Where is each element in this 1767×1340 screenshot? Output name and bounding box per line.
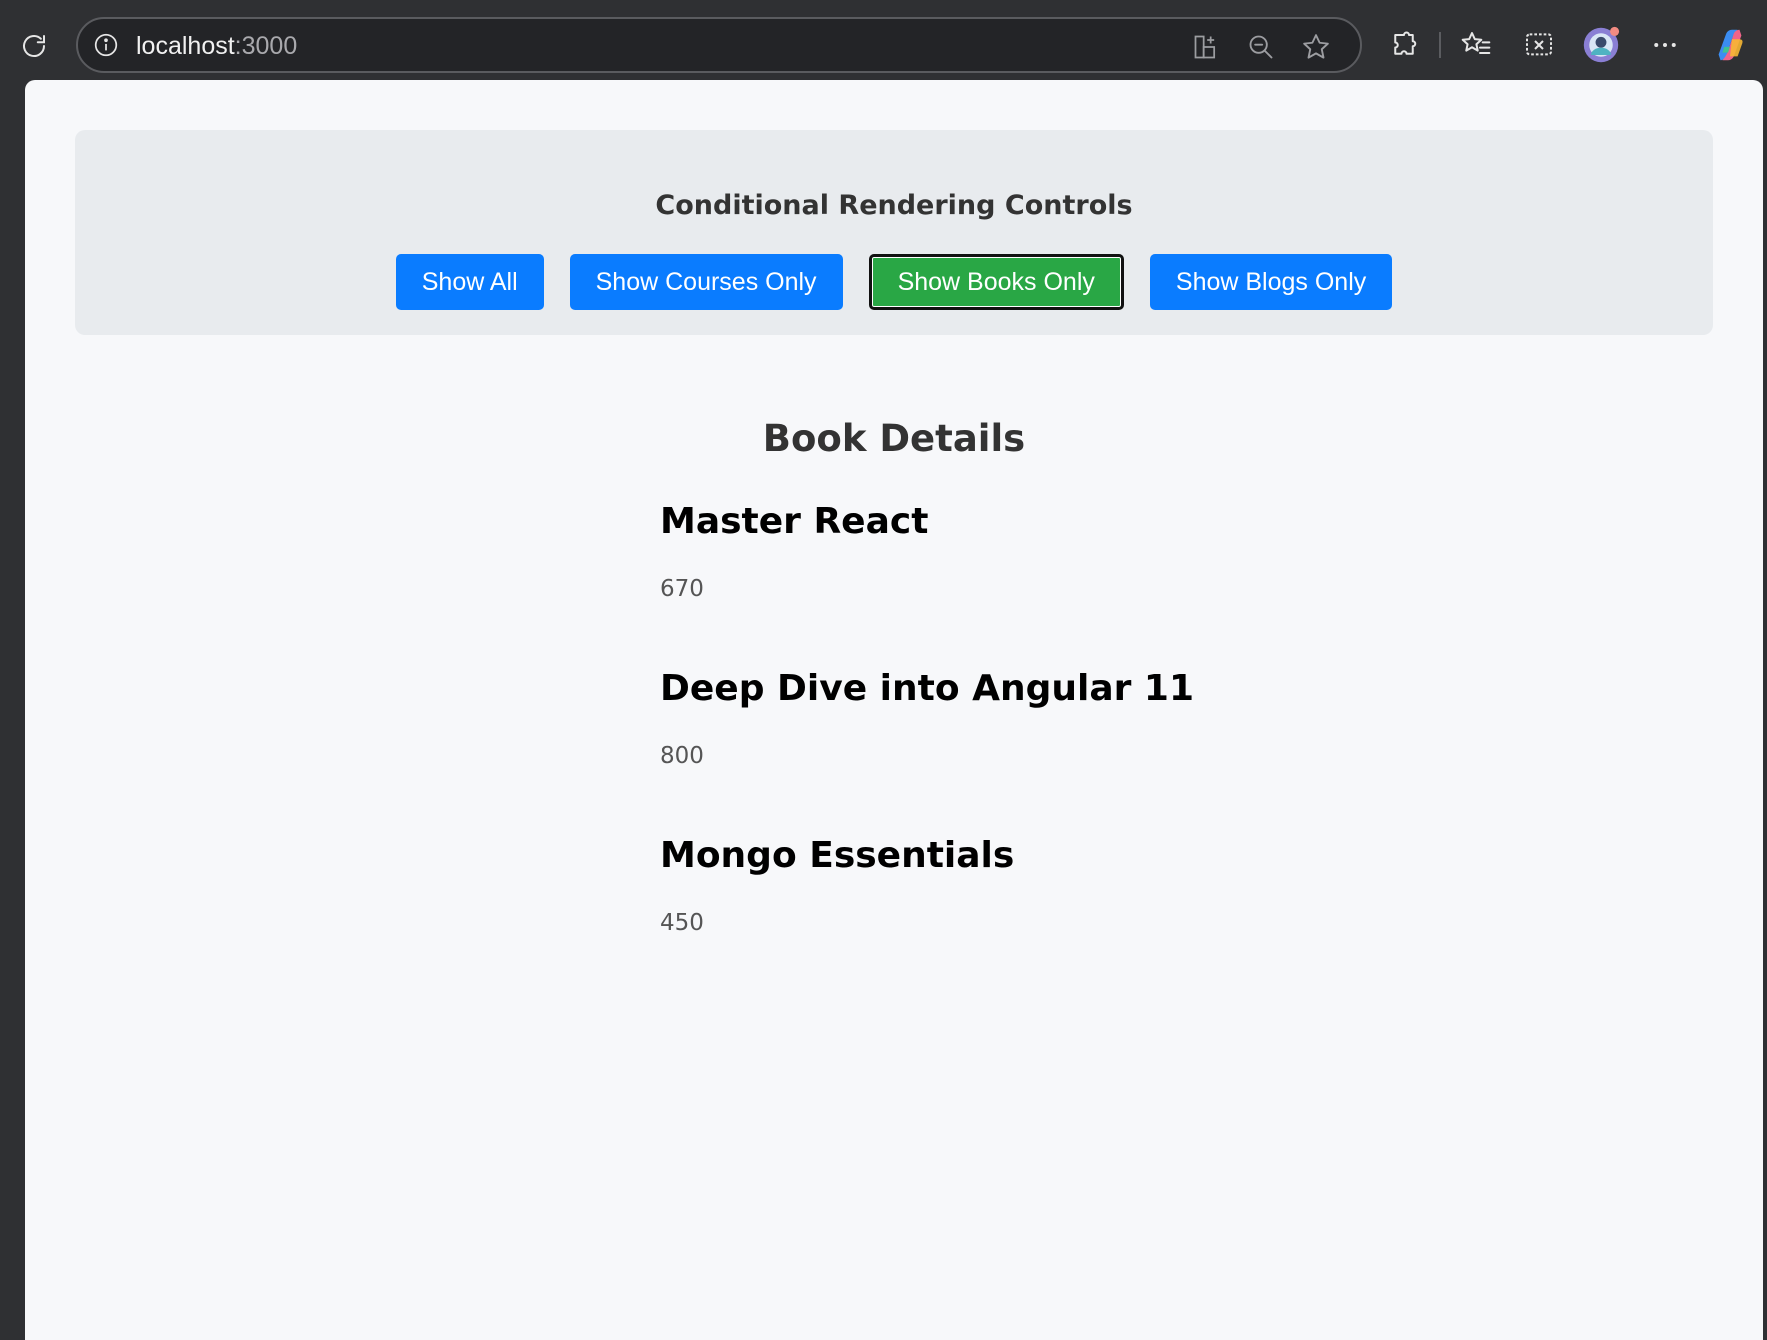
- section-title: Book Details: [762, 417, 1026, 460]
- show-all-button[interactable]: Show All: [395, 254, 544, 310]
- reload-icon[interactable]: [16, 28, 52, 64]
- favorites-icon[interactable]: [1457, 26, 1495, 64]
- screenshot-icon[interactable]: [1520, 26, 1558, 64]
- url-host: localhost: [136, 32, 235, 60]
- star-icon[interactable]: [1300, 31, 1332, 63]
- list-item: Master React 670: [660, 500, 1360, 667]
- toolbar-divider: [1439, 32, 1441, 58]
- controls-panel: Conditional Rendering Controls Show All …: [75, 130, 1713, 335]
- book-value: 450: [660, 910, 704, 936]
- book-title: Master React: [660, 501, 929, 542]
- split-screen-icon[interactable]: [1190, 31, 1222, 63]
- list-item: Mongo Essentials 450: [660, 834, 1360, 1001]
- book-value: 670: [660, 576, 704, 602]
- address-bar[interactable]: localhost:3000: [76, 17, 1362, 73]
- url-port: :3000: [234, 32, 298, 60]
- show-courses-button[interactable]: Show Courses Only: [569, 254, 843, 310]
- browser-toolbar: localhost:3000: [0, 0, 1767, 80]
- url-text[interactable]: localhost:3000: [136, 31, 297, 61]
- info-icon[interactable]: [92, 31, 120, 59]
- list-item: Deep Dive into Angular 11 800: [660, 667, 1360, 834]
- book-list: Master React 670 Deep Dive into Angular …: [660, 500, 1360, 1001]
- show-blogs-button[interactable]: Show Blogs Only: [1149, 254, 1393, 310]
- book-title: Mongo Essentials: [660, 835, 1015, 876]
- puzzle-icon[interactable]: [1385, 26, 1423, 64]
- controls-title: Conditional Rendering Controls: [655, 190, 1133, 221]
- copilot-icon[interactable]: [1711, 26, 1749, 64]
- more-icon[interactable]: [1646, 26, 1684, 64]
- zoom-out-icon[interactable]: [1245, 31, 1277, 63]
- page-viewport: Conditional Rendering Controls Show All …: [25, 80, 1763, 1340]
- profile-avatar-icon[interactable]: [1582, 26, 1620, 64]
- filter-button-group: Show All Show Courses Only Show Books On…: [75, 254, 1713, 310]
- book-title: Deep Dive into Angular 11: [660, 668, 1195, 709]
- show-books-button[interactable]: Show Books Only: [868, 254, 1124, 310]
- book-value: 800: [660, 743, 704, 769]
